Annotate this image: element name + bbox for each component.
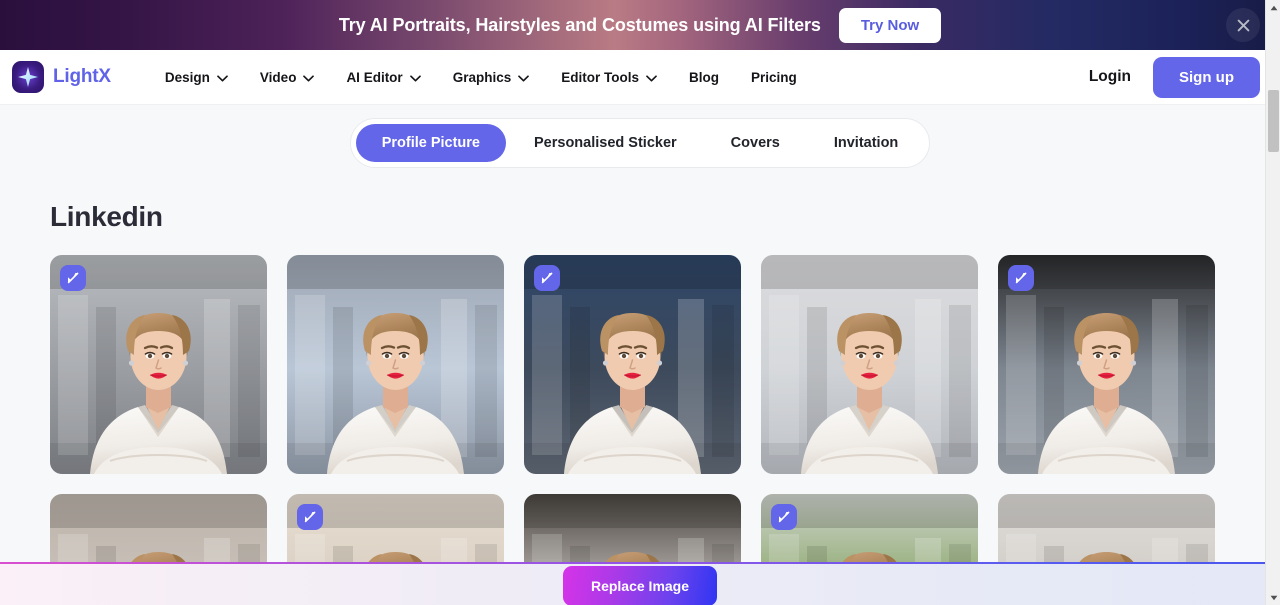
promo-text: Try AI Portraits, Hairstyles and Costume… bbox=[338, 14, 821, 35]
chevron-down-icon bbox=[646, 70, 657, 85]
image-card[interactable] bbox=[524, 255, 741, 474]
promo-banner: Try AI Portraits, Hairstyles and Costume… bbox=[0, 0, 1280, 50]
nav-label: Video bbox=[259, 69, 297, 85]
card-thumbnail bbox=[761, 255, 978, 474]
content-area: Linkedin bbox=[0, 179, 1280, 605]
nav-label: Editor Tools bbox=[561, 69, 639, 85]
nav-label: Graphics bbox=[452, 69, 512, 85]
scroll-down-arrow-icon[interactable] bbox=[1266, 590, 1280, 605]
promo-close-button[interactable] bbox=[1226, 8, 1260, 42]
nav-item-graphics[interactable]: Graphics bbox=[437, 62, 546, 93]
tabbar-row: Profile Picture Personalised Sticker Cov… bbox=[0, 105, 1280, 179]
expand-arrow-icon[interactable] bbox=[771, 504, 797, 530]
nav-item-pricing[interactable]: Pricing bbox=[735, 62, 813, 93]
lightx-sparkle-logo-icon bbox=[12, 61, 44, 93]
site-header: LightX Design Video AI Editor Graphics E… bbox=[0, 50, 1280, 105]
scrollbar-thumb[interactable] bbox=[1268, 90, 1279, 152]
header-actions: Login Sign up bbox=[1089, 56, 1260, 98]
nav-label: Pricing bbox=[750, 69, 797, 85]
main-navigation: Design Video AI Editor Graphics Editor T… bbox=[149, 62, 813, 93]
tab-personalised-sticker[interactable]: Personalised Sticker bbox=[508, 124, 703, 162]
chevron-down-icon bbox=[518, 70, 530, 85]
promo-content: Try AI Portraits, Hairstyles and Costume… bbox=[338, 7, 942, 43]
nav-item-editor-tools[interactable]: Editor Tools bbox=[545, 62, 673, 93]
image-card[interactable] bbox=[50, 255, 267, 474]
nav-item-video[interactable]: Video bbox=[244, 62, 331, 93]
nav-label: Blog bbox=[688, 69, 719, 85]
image-card[interactable] bbox=[287, 255, 504, 474]
page-title: Linkedin bbox=[50, 201, 163, 232]
image-card[interactable] bbox=[761, 255, 978, 474]
tab-profile-picture[interactable]: Profile Picture bbox=[355, 124, 506, 162]
chevron-down-icon bbox=[409, 70, 421, 85]
close-icon bbox=[1236, 18, 1251, 33]
card-thumbnail bbox=[287, 255, 504, 474]
replace-image-button[interactable]: Replace Image bbox=[562, 565, 718, 605]
nav-label: AI Editor bbox=[346, 69, 403, 85]
image-card[interactable] bbox=[998, 255, 1215, 474]
page-scrollbar[interactable] bbox=[1265, 0, 1280, 605]
tab-invitation[interactable]: Invitation bbox=[808, 124, 924, 162]
chevron-down-icon bbox=[303, 70, 315, 85]
page-root: Try AI Portraits, Hairstyles and Costume… bbox=[0, 0, 1280, 605]
brand-name: LightX bbox=[53, 66, 111, 87]
nav-item-design[interactable]: Design bbox=[149, 62, 244, 93]
scroll-up-arrow-icon[interactable] bbox=[1266, 0, 1280, 15]
brand-home-link[interactable]: LightX bbox=[12, 61, 111, 93]
bottom-action-bar: Replace Image bbox=[0, 562, 1280, 605]
nav-item-ai-editor[interactable]: AI Editor bbox=[330, 62, 436, 93]
expand-arrow-icon[interactable] bbox=[60, 265, 86, 291]
nav-item-blog[interactable]: Blog bbox=[673, 62, 735, 93]
nav-label: Design bbox=[164, 69, 210, 85]
login-link[interactable]: Login bbox=[1089, 68, 1131, 86]
chevron-down-icon bbox=[217, 70, 228, 85]
expand-arrow-icon[interactable] bbox=[1008, 265, 1034, 291]
tab-covers[interactable]: Covers bbox=[705, 124, 806, 162]
expand-arrow-icon[interactable] bbox=[297, 504, 323, 530]
category-tabs: Profile Picture Personalised Sticker Cov… bbox=[349, 118, 931, 168]
expand-arrow-icon[interactable] bbox=[534, 265, 560, 291]
template-card-grid bbox=[0, 255, 1280, 605]
try-now-button[interactable]: Try Now bbox=[838, 7, 942, 43]
signup-button[interactable]: Sign up bbox=[1153, 56, 1260, 98]
